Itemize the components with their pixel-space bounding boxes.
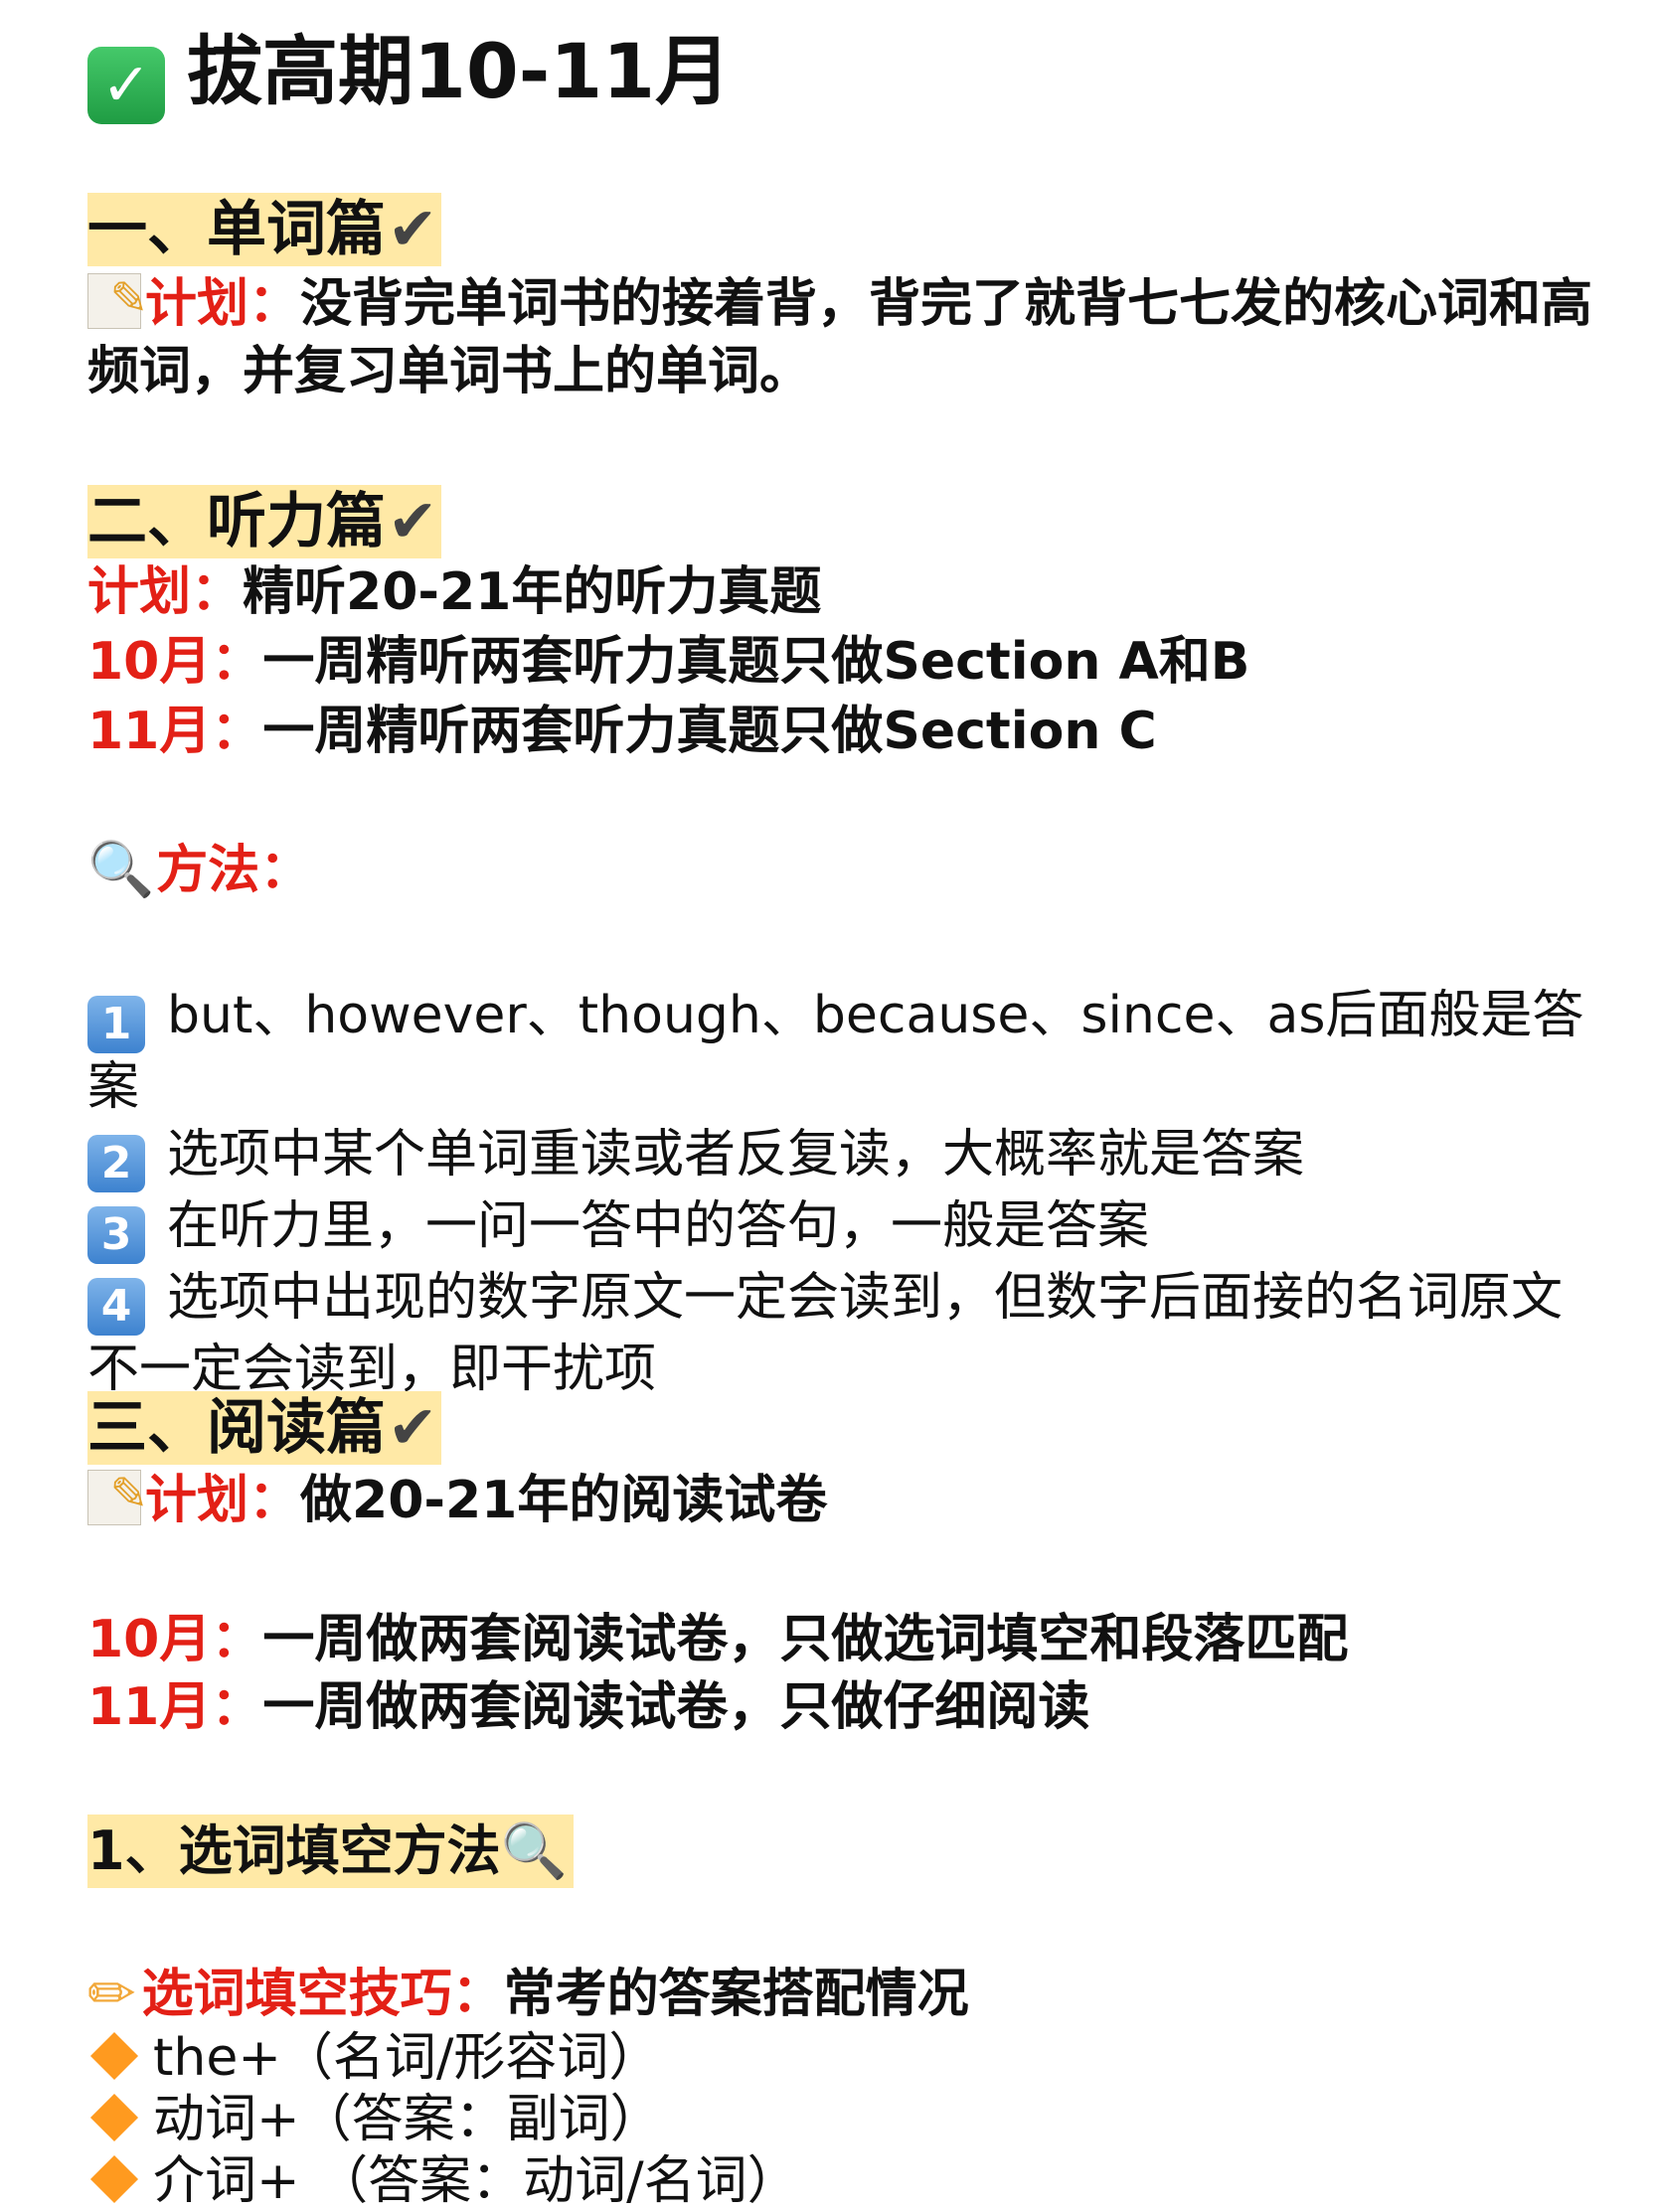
list-item: 动词+（答案：副词） (87, 2089, 1598, 2150)
orange-diamond-icon (89, 2093, 139, 2142)
check-mark-icon: ✔ (388, 1393, 438, 1463)
vocab-plan: 计划：没背完单词书的接着背，背完了就背七七发的核心词和高频词，并复习单词书上的单… (87, 264, 1598, 405)
orange-diamond-icon (89, 2031, 139, 2081)
orange-diamond-icon (89, 2154, 139, 2204)
cloze-method-heading: 1、选词填空方法🔍 (87, 1815, 1598, 1888)
memo-icon (87, 264, 148, 332)
page: ✓拔高期10-11月 一、单词篇✔ 计划：没背完单词书的接着背，背完了就背七七发… (0, 0, 1658, 2212)
listening-tips: 1 but、however、though、because、since、as后面般是… (87, 982, 1598, 1403)
keycap-2-icon: 2 (87, 1135, 145, 1192)
list-item: the+（名词/形容词） (87, 2027, 1598, 2089)
listening-october: 10月：一周精听两套听力真题只做Section A和B (87, 632, 1250, 692)
keycap-4-icon: 4 (87, 1278, 145, 1336)
listening-november: 11月：一周精听两套听力真题只做Section C (87, 702, 1157, 761)
reading-heading: 三、阅读篇✔ (87, 1391, 1598, 1465)
list-item: 介词+ （答案：动词/名词） (87, 2150, 1598, 2212)
list-item: 3 在听力里，一问一答中的答句，一般是答案 (87, 1192, 1598, 1264)
check-mark-button-icon: ✓ (87, 47, 165, 124)
page-title: ✓ 拔高期10-11月 (87, 24, 1598, 124)
keycap-3-icon: 3 (87, 1206, 145, 1264)
reading-plan: 计划：做20-21年的阅读试卷 (87, 1460, 1598, 1535)
cloze-skills: ✏ 选词填空技巧：常考的答案搭配情况 (87, 1960, 969, 2027)
magnifier-icon: 🔍 (87, 838, 155, 900)
check-mark-icon: ✔ (388, 195, 438, 264)
list-item: 4 选项中出现的数字原文一定会读到，但数字后面接的名词原文不一定会读到，即干扰项 (87, 1268, 1564, 1399)
reading-november: 11月：一周做两套阅读试卷，只做仔细阅读 (87, 1677, 1090, 1737)
magnifier-icon: 🔍 (500, 1819, 568, 1882)
check-mark-icon: ✔ (388, 487, 438, 556)
memo-icon (87, 1460, 148, 1528)
listening-heading: 二、听力篇✔ (87, 485, 1598, 558)
pencil-icon: ✏ (87, 1960, 136, 2027)
cloze-item-list: the+（名词/形容词） 动词+（答案：副词） 介词+ （答案：动词/名词） (87, 2027, 1598, 2212)
list-item: 2 选项中某个单词重读或者反复读，大概率就是答案 (87, 1121, 1598, 1192)
keycap-1-icon: 1 (87, 996, 145, 1053)
listening-method: 🔍方法： (87, 835, 1598, 905)
listening-plan: 计划：精听20-21年的听力真题 (87, 562, 822, 622)
vocab-heading: 一、单词篇✔ (87, 193, 1598, 266)
list-item: 1 but、however、though、because、since、as后面般是… (87, 986, 1584, 1117)
reading-october: 10月：一周做两套阅读试卷，只做选词填空和段落匹配 (87, 1610, 1349, 1669)
